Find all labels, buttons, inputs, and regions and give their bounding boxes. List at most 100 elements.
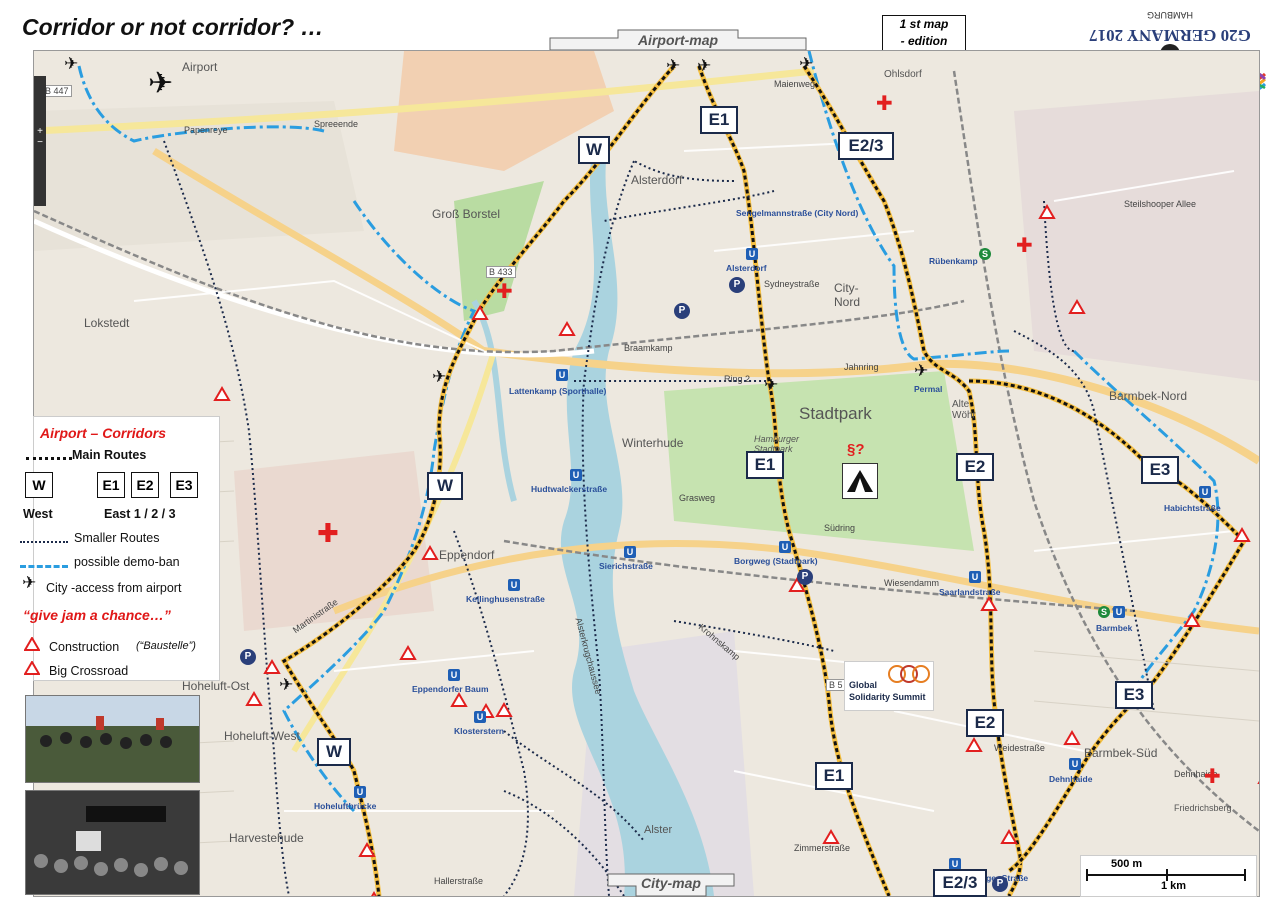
district-hoheluft-west: Hoheluft-West	[224, 729, 300, 743]
parking-icon[interactable]: P	[729, 277, 745, 293]
summit-line1: Global	[849, 680, 878, 690]
station-barmbek: Barmbek	[1096, 623, 1133, 633]
station-alsterdorf: Alsterdorf	[726, 263, 767, 273]
station-sierichstrasse: Sierichstraße	[599, 561, 653, 571]
parking-icon[interactable]: P	[797, 569, 813, 585]
district-ohlsdorf: Ohlsdorf	[884, 69, 922, 80]
district-stadtpark: Stadtpark	[799, 404, 872, 423]
street-wiesendamm: Wiesendamm	[884, 578, 940, 588]
legend-panel: Airport – Corridors Main Routes W E1 E2 …	[20, 416, 220, 681]
u-bahn-icon: U	[570, 469, 582, 481]
district-eppendorf: Eppendorf	[439, 548, 495, 562]
district-alster: Alster	[644, 824, 673, 836]
hospital-icon: ✚	[1016, 233, 1033, 257]
scale-long-label: 1 km	[1161, 880, 1187, 892]
route-box-e1[interactable]: E1	[815, 762, 853, 790]
map-zoom-controls[interactable]: + −	[34, 76, 46, 206]
district-lokstedt: Lokstedt	[84, 316, 130, 330]
zoom-in-icon[interactable]: +	[34, 126, 46, 137]
street-steilshooper-allee: Steilshooper Allee	[1124, 199, 1197, 209]
station-ruebenkamp: Rübenkamp	[929, 256, 978, 266]
route-box-w[interactable]: W	[317, 738, 351, 766]
route-box-e1[interactable]: E1	[700, 106, 738, 134]
legend-main-route-line	[26, 457, 72, 460]
hospital-icon: ✚	[876, 91, 893, 115]
street-jahnring: Jahnring	[844, 362, 879, 372]
u-bahn-icon: U	[1113, 606, 1125, 618]
u-bahn-icon: U	[508, 579, 520, 591]
district-winterhude: Winterhude	[622, 436, 684, 450]
u-bahn-icon: U	[969, 571, 981, 583]
u-bahn-icon: U	[624, 546, 636, 558]
street-maienweg: Maienweg	[774, 79, 816, 89]
district-alsterdorf: Alsterdorf	[631, 173, 683, 187]
u-bahn-icon: U	[556, 369, 568, 381]
street-papenreye: Papenreye	[184, 125, 228, 135]
parking-icon[interactable]: P	[240, 649, 256, 665]
parking-icon[interactable]: P	[992, 876, 1008, 892]
plane-icon: ✈	[764, 375, 779, 395]
route-box-e3[interactable]: E3	[1115, 681, 1153, 709]
scale-short-label: 500 m	[1111, 858, 1143, 870]
plane-icon: ✈	[64, 54, 79, 74]
edition-line2: - edition	[900, 34, 948, 48]
u-bahn-icon: U	[1199, 486, 1211, 498]
route-box-e2-3[interactable]: E2/3	[838, 132, 894, 160]
legend-demo-ban: possible demo-ban	[74, 555, 180, 569]
street-weidestrasse: Weidestraße	[994, 743, 1045, 753]
plane-icon: ✈	[279, 675, 294, 695]
plane-icon: ✈	[666, 56, 681, 76]
district-barmbek-nord: Barmbek-Nord	[1109, 389, 1188, 403]
city-map-tab[interactable]: City-map	[606, 872, 736, 898]
route-box-w[interactable]: W	[578, 136, 610, 164]
u-bahn-icon: U	[474, 711, 486, 723]
district-friedrichsberg: Friedrichsberg	[1174, 803, 1232, 813]
page-title: Corridor or not corridor? …	[22, 14, 324, 40]
street-spreeende: Spreeende	[314, 119, 359, 129]
district-gross-borstel: Groß Borstel	[432, 207, 501, 221]
map-scale: 500 m 1 km	[1080, 855, 1257, 897]
station-lattenkamp: Lattenkamp (Sporthalle)	[509, 386, 607, 396]
route-box-w[interactable]: W	[427, 472, 463, 500]
s-bahn-icon: S	[979, 248, 991, 260]
legend-city-access: City -access from airport	[46, 581, 182, 595]
legend-construction: Construction	[49, 640, 120, 654]
paragraph-mark: §?	[847, 441, 865, 458]
legend-east: East 1 / 2 / 3	[104, 507, 176, 521]
u-bahn-icon: U	[448, 669, 460, 681]
crossroad-icon	[23, 660, 41, 680]
district-city-nord: City-Nord	[834, 281, 861, 309]
district-barmbek-sued: Barmbek-Süd	[1084, 746, 1158, 760]
street-b5: B 5	[826, 679, 846, 691]
legend-construction-note: (“Baustelle”)	[136, 640, 196, 652]
legend-box-e1: E1	[97, 472, 125, 498]
legend-box-e2: E2	[131, 472, 159, 498]
station-borgweg: Borgweg (Stadtpark)	[734, 556, 818, 566]
station-kellinghusenstrasse: Kellinghusenstraße	[466, 594, 545, 604]
city-map-tab-label: City-map	[641, 875, 701, 891]
legend-west: West	[23, 507, 53, 521]
airport-plane-icon: ✈	[148, 66, 174, 101]
plane-icon: ✈	[914, 361, 929, 381]
legend-plane-icon: ✈	[22, 573, 37, 593]
airport-map-tab[interactable]: Airport-map	[548, 28, 808, 52]
district-airport: Airport	[182, 60, 218, 74]
route-box-e2-3[interactable]: E2/3	[933, 869, 987, 897]
legend-smaller-route-line	[20, 541, 68, 543]
s-bahn-icon: S	[1098, 606, 1110, 618]
zoom-out-icon[interactable]: −	[34, 137, 46, 148]
global-solidarity-summit[interactable]: Global Solidarity Summit	[844, 661, 934, 711]
airport-map-tab-label: Airport-map	[637, 32, 719, 48]
route-box-e2[interactable]: E2	[966, 709, 1004, 737]
route-box-e1[interactable]: E1	[746, 451, 784, 479]
station-dehnhaide: Dehnhaide	[1049, 774, 1093, 784]
parking-icon[interactable]: P	[674, 303, 690, 319]
logo-main-text: G20 GERMANY 2017	[1089, 26, 1251, 45]
route-box-e3[interactable]: E3	[1141, 456, 1179, 484]
plane-icon: ✈	[432, 367, 447, 387]
route-box-e2[interactable]: E2	[956, 453, 994, 481]
street-sydneystrasse: Sydneystraße	[764, 279, 820, 289]
edition-line1: 1 st map	[899, 17, 949, 31]
station-habichtstrasse: Habichtstraße	[1164, 503, 1221, 513]
construction-icon	[23, 636, 41, 656]
